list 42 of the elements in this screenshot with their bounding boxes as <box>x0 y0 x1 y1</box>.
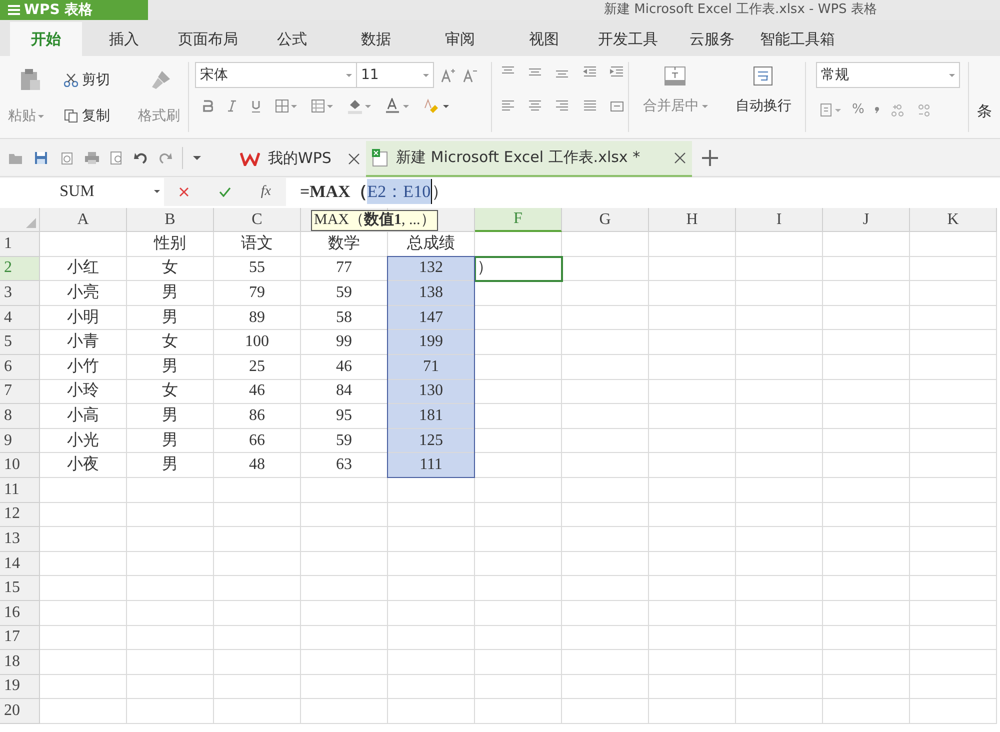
table-cell: 男 <box>127 428 214 454</box>
table-cell: 132 <box>388 256 475 282</box>
table-cell: 199 <box>388 330 475 355</box>
table-cell: 147 <box>388 306 475 330</box>
table-cell: 男 <box>127 453 214 478</box>
table-cell: 小青 <box>40 330 127 355</box>
window-title: 新建 Microsoft Excel 工作表.xlsx - WPS 表格 <box>604 1 877 20</box>
table-cell: 55 <box>214 256 301 282</box>
table-cell: 小竹 <box>40 354 127 380</box>
table-cell: 86 <box>214 404 301 429</box>
function-tooltip: MAX（数值1, ...） <box>311 210 438 231</box>
table-cell: 181 <box>388 404 475 429</box>
table-cell: 女 <box>127 256 214 282</box>
table-cell: 小红 <box>40 256 127 282</box>
table-cell: 138 <box>388 281 475 306</box>
table-cell: 66 <box>214 428 301 454</box>
table-cell: 语文 <box>214 232 301 257</box>
table-cell: 125 <box>388 428 475 454</box>
table-cell: 数学 <box>301 232 388 257</box>
table-cell: 小明 <box>40 306 127 330</box>
table-cell: 100 <box>214 330 301 355</box>
table-cell: 89 <box>214 306 301 330</box>
table-cell: 小夜 <box>40 453 127 478</box>
table-cell: ） <box>475 256 562 282</box>
table-cell: 性别 <box>127 232 214 257</box>
table-cell: 46 <box>214 380 301 404</box>
table-cell: 48 <box>214 453 301 478</box>
table-cell: 130 <box>388 380 475 404</box>
table-cell: 男 <box>127 354 214 380</box>
table-cell: 小光 <box>40 428 127 454</box>
table-cell: 小亮 <box>40 281 127 306</box>
table-cell: 男 <box>127 404 214 429</box>
table-cell: 小玲 <box>40 380 127 404</box>
table-cell: 女 <box>127 380 214 404</box>
table-cell: 25 <box>214 354 301 380</box>
table-cell: 男 <box>127 306 214 330</box>
table-cell: 71 <box>388 354 475 380</box>
table-cell: 111 <box>388 453 475 478</box>
table-cell: 79 <box>214 281 301 306</box>
table-cell: 女 <box>127 330 214 355</box>
table-cell: 男 <box>127 281 214 306</box>
table-cell: 小高 <box>40 404 127 429</box>
